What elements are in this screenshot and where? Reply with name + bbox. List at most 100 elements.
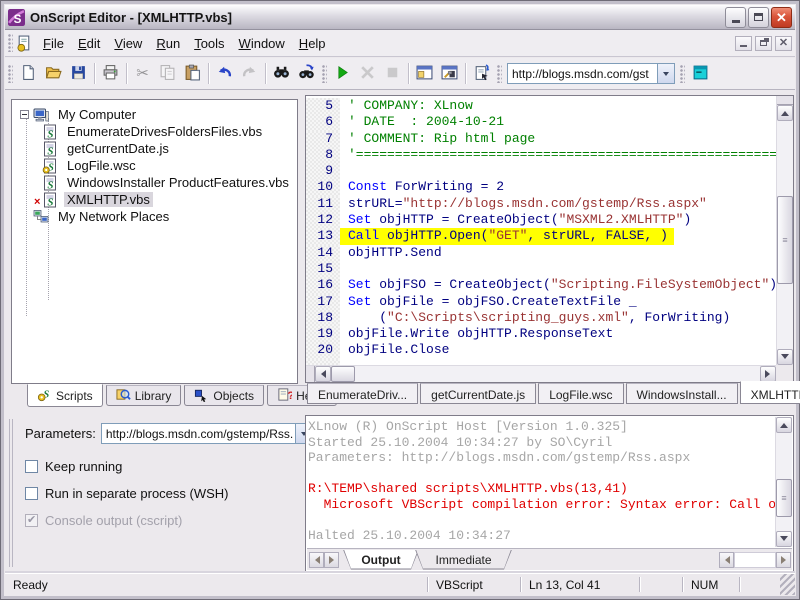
code-line[interactable]: 10Const ForWriting = 2 — [306, 179, 776, 195]
code-line[interactable]: 15 — [306, 261, 776, 277]
code-area[interactable]: 5' COMPANY: XLnow6' DATE : 2004-10-217' … — [306, 96, 776, 365]
scroll-thumb[interactable]: ≡ — [777, 196, 793, 284]
editor-vertical-scrollbar[interactable]: ≡ — [776, 96, 793, 365]
code-line[interactable]: 19objFile.Write objHTTP.ResponseText — [306, 326, 776, 342]
tree-item-my-computer[interactable]: My Computer — [12, 106, 297, 123]
toolbar-grip[interactable] — [8, 65, 13, 83]
doc-tab-windowsinstall[interactable]: WindowsInstall... — [626, 383, 738, 404]
tree-item-windowsinstaller-productfeatures-vbs[interactable]: SWindowsInstaller ProductFeatures.vbs — [12, 174, 297, 191]
code-line[interactable]: 16Set objFSO = CreateObject("Scripting.F… — [306, 277, 776, 293]
tab-scripts[interactable]: SScripts — [27, 384, 103, 407]
code-line[interactable]: 20objFile.Close — [306, 342, 776, 358]
checkbox-box[interactable] — [25, 460, 38, 473]
scroll-left-button[interactable] — [315, 366, 331, 382]
menu-file[interactable]: File — [36, 32, 71, 55]
mdi-close-button[interactable]: ✕ — [775, 36, 792, 51]
menu-edit[interactable]: Edit — [71, 32, 107, 55]
code-line[interactable]: 12Set objHTTP = CreateObject("MSXML2.XML… — [306, 212, 776, 228]
tree-item-xmlhttp-vbs[interactable]: ×SXMLHTTP.vbs — [12, 191, 297, 208]
scroll-thumb[interactable] — [331, 366, 355, 382]
tab-objects[interactable]: Objects — [184, 385, 264, 406]
mdi-minimize-button[interactable] — [735, 36, 752, 51]
url-combobox[interactable]: http://blogs.msdn.com/gst — [507, 63, 675, 84]
scroll-down-button[interactable] — [777, 349, 793, 365]
minimize-button[interactable] — [725, 7, 746, 28]
checkbox-box[interactable] — [25, 487, 38, 500]
library-tab-icon — [116, 387, 131, 405]
output-vertical-scrollbar[interactable]: ≡ — [775, 417, 792, 547]
tab-output[interactable]: Output — [343, 550, 419, 570]
code-line[interactable]: 13Call objHTTP.Open("GET", strURL, FALSE… — [306, 228, 776, 244]
code-line[interactable]: 5' COMPANY: XLnow — [306, 98, 776, 114]
close-button[interactable]: ✕ — [771, 7, 792, 28]
tab-library[interactable]: Library — [106, 385, 182, 406]
toggle-project-panel-button[interactable] — [412, 62, 437, 86]
splitter-box[interactable] — [777, 96, 793, 105]
doc-tab-getcurrentdate-js[interactable]: getCurrentDate.js — [420, 383, 536, 404]
menu-view[interactable]: View — [107, 32, 149, 55]
doc-tab-logfile-wsc[interactable]: LogFile.wsc — [538, 383, 623, 404]
find-next-button[interactable] — [294, 62, 319, 86]
code-line[interactable]: 18 ("C:\Scripts\scripting_guys.xml", For… — [306, 310, 776, 326]
editor-horizontal-scrollbar[interactable] — [306, 365, 776, 382]
url-combobox-dropdown[interactable] — [657, 64, 674, 83]
objects-tab-icon — [194, 387, 209, 405]
menu-help[interactable]: Help — [292, 32, 333, 55]
tree-item-my-network-places[interactable]: My Network Places — [12, 208, 297, 225]
output-text[interactable]: XLnow (R) OnScript Host [Version 1.0.325… — [308, 419, 775, 545]
code-line[interactable]: 8'======================================… — [306, 147, 776, 163]
find-button[interactable] — [269, 62, 294, 86]
tab-scroll-left-button[interactable] — [309, 552, 324, 568]
checkbox-keep-running[interactable]: Keep running — [25, 459, 122, 474]
toolbar-grip[interactable] — [497, 65, 502, 83]
toolbar-grip[interactable] — [680, 65, 685, 83]
tab-scroll-right-button[interactable] — [324, 552, 339, 568]
scroll-right-button[interactable] — [776, 552, 791, 568]
save-button[interactable] — [66, 62, 91, 86]
console-window-button[interactable] — [688, 62, 713, 86]
menu-window[interactable]: Window — [232, 32, 292, 55]
parameters-combobox[interactable]: http://blogs.msdn.com/gstemp/Rss. — [101, 423, 313, 444]
tree-expander[interactable] — [20, 110, 29, 119]
tree-item-getcurrentdate-js[interactable]: SgetCurrentDate.js — [12, 140, 297, 157]
splitter-box[interactable] — [306, 366, 315, 382]
code-line[interactable]: 7' COMMENT: Rip html page — [306, 131, 776, 147]
paste-button[interactable] — [180, 62, 205, 86]
run-script-button[interactable] — [330, 62, 355, 86]
scroll-left-button[interactable] — [719, 552, 734, 568]
checkbox-run-in-separate-process-wsh[interactable]: Run in separate process (WSH) — [25, 486, 229, 501]
doc-tab-xmlhttp-vbs[interactable]: XMLHTTP.vbs — [740, 381, 800, 404]
scroll-thumb[interactable]: ≡ — [776, 479, 792, 517]
menu-tools[interactable]: Tools — [187, 32, 231, 55]
scroll-up-button[interactable] — [776, 417, 792, 433]
url-combobox-value: http://blogs.msdn.com/gst — [508, 64, 657, 83]
checkbox-console-output-cscript[interactable]: ✔Console output (cscript) — [25, 513, 182, 528]
new-file-button[interactable] — [16, 62, 41, 86]
code-line[interactable]: 6' DATE : 2004-10-21 — [306, 114, 776, 130]
code-line[interactable]: 9 — [306, 163, 776, 179]
resize-grip[interactable] — [780, 574, 795, 595]
toolbar-grip[interactable] — [322, 65, 327, 83]
properties-button[interactable] — [469, 62, 494, 86]
tab-immediate[interactable]: Immediate — [415, 550, 512, 570]
code-editor[interactable]: 5' COMPANY: XLnow6' DATE : 2004-10-217' … — [305, 95, 794, 383]
menu-run[interactable]: Run — [149, 32, 187, 55]
mdi-restore-button[interactable] — [755, 36, 772, 51]
scroll-right-button[interactable] — [760, 366, 776, 382]
tree-item-label: My Network Places — [55, 209, 172, 224]
open-file-button[interactable] — [41, 62, 66, 86]
print-button[interactable] — [98, 62, 123, 86]
tree-item-enumeratedrivesfoldersfiles-vbs[interactable]: SEnumerateDrivesFoldersFiles.vbs — [12, 123, 297, 140]
code-line[interactable]: 14objHTTP.Send — [306, 245, 776, 261]
toolbar-grip[interactable] — [8, 34, 13, 52]
undo-button[interactable] — [212, 62, 237, 86]
maximize-button[interactable] — [748, 7, 769, 28]
code-line[interactable]: 11strURL="http://blogs.msdn.com/gstemp/R… — [306, 196, 776, 212]
scroll-down-button[interactable] — [776, 531, 792, 547]
toggle-tools-panel-button[interactable] — [437, 62, 462, 86]
doc-tab-enumeratedriv[interactable]: EnumerateDriv... — [307, 383, 418, 404]
output-horizontal-scrollbar[interactable] — [719, 552, 791, 568]
scroll-up-button[interactable] — [777, 105, 793, 121]
code-line[interactable]: 17Set objFile = objFSO.CreateTextFile _ — [306, 294, 776, 310]
tree-item-logfile-wsc[interactable]: SLogFile.wsc — [12, 157, 297, 174]
